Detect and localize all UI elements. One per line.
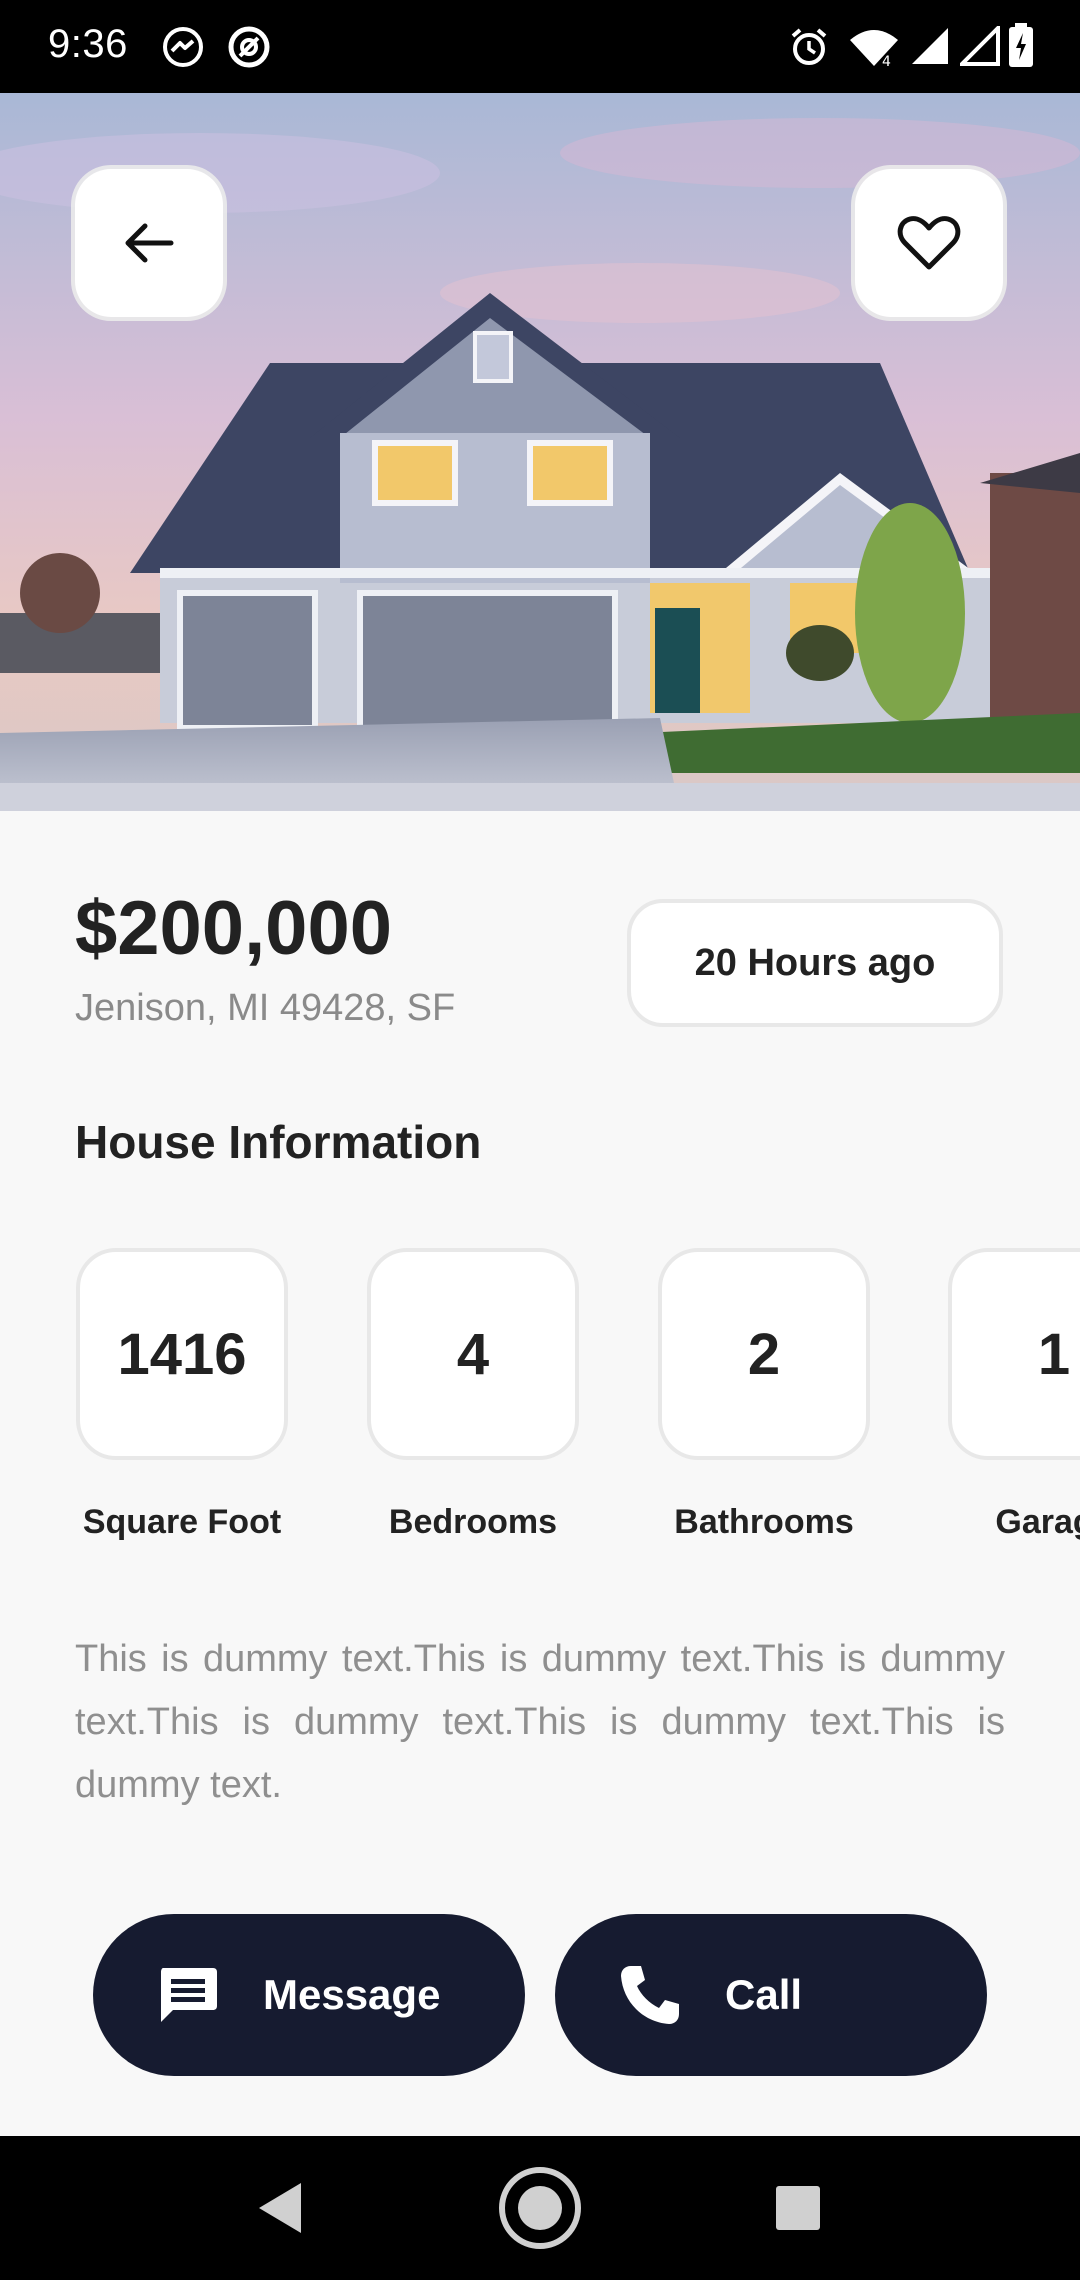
info-value: 2 [658, 1248, 870, 1460]
back-button[interactable] [75, 169, 223, 317]
info-item-square-foot: 1416 Square Foot [4, 1245, 294, 1545]
alarm-icon [791, 28, 827, 65]
call-button[interactable]: Call [555, 1914, 987, 2076]
battery-charging-icon [1009, 23, 1033, 67]
status-time: 9:36 [48, 22, 128, 66]
arrow-left-icon [125, 223, 174, 263]
wifi-icon: 4 [850, 30, 898, 70]
nav-home-icon [499, 2167, 581, 2249]
info-item-bathrooms: 2 Bathrooms [586, 1245, 876, 1545]
posted-time-badge: 20 Hours ago [627, 899, 1003, 1027]
info-value: 1 [948, 1248, 1080, 1460]
signal-icon [912, 28, 948, 64]
listing-description: This is dummy text.This is dummy text.Th… [75, 1638, 1005, 1806]
nav-back-button[interactable] [200, 2136, 360, 2280]
message-icon [155, 1962, 221, 2028]
message-button-label: Message [263, 1971, 441, 2018]
info-value: 1416 [76, 1248, 288, 1460]
info-value: 4 [367, 1248, 579, 1460]
nav-recents-button[interactable] [718, 2136, 878, 2280]
favorite-button[interactable] [855, 169, 1003, 317]
navigation-bar [0, 2136, 1080, 2280]
info-label: Bedrooms [388, 1503, 558, 1541]
info-label: Bathrooms [674, 1503, 854, 1541]
status-bar: 9:36 4 [0, 0, 1080, 93]
svg-text:4: 4 [882, 54, 891, 70]
info-label: Square Foot [82, 1503, 282, 1541]
call-button-label: Call [725, 1971, 803, 2018]
section-title-house-information: House Information [75, 1116, 482, 1168]
nav-home-button[interactable] [460, 2136, 620, 2280]
message-button[interactable]: Message [93, 1914, 525, 2076]
phone-icon [617, 1962, 683, 2028]
listing-price: $200,000 [75, 886, 392, 971]
info-label: Garage [995, 1503, 1080, 1541]
nav-recents-icon [776, 2186, 820, 2230]
info-item-garage: 1 Garage [876, 1245, 1080, 1545]
signal-icon [960, 26, 1000, 66]
listing-address: Jenison, MI 49428, SF [75, 987, 456, 1029]
messenger-icon [163, 27, 203, 67]
nav-back-icon [259, 2183, 301, 2233]
heart-outline-icon [897, 216, 961, 270]
at-sign-icon [228, 26, 270, 68]
info-item-bedrooms: 4 Bedrooms [295, 1245, 585, 1545]
house-info-list[interactable]: 1416 Square Foot 4 Bedrooms 2 Bathrooms … [0, 1245, 1080, 1565]
